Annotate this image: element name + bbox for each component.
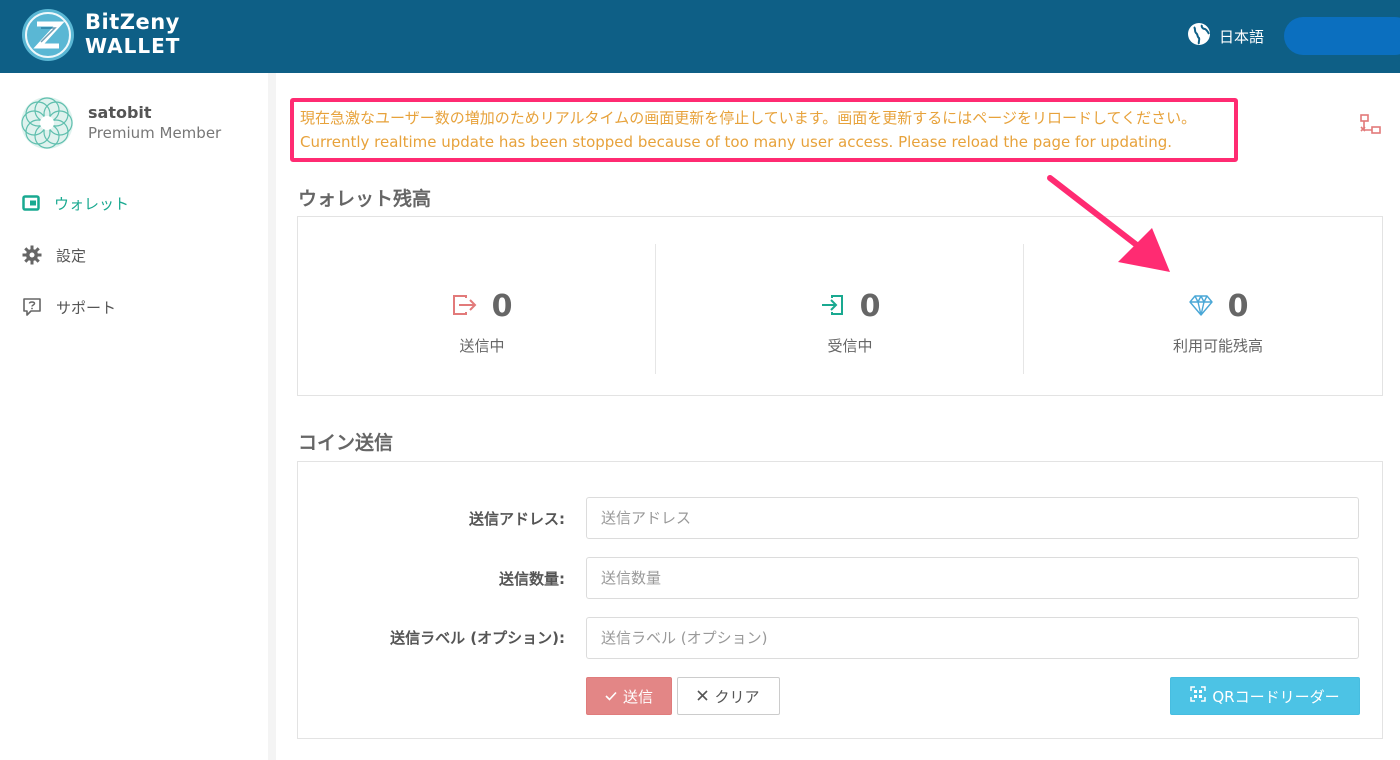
sidebar-item-label: 設定 (56, 246, 87, 265)
brand-name: BitZeny WALLET (85, 10, 180, 58)
stat-available: 0 利用可能残高 (1034, 257, 1400, 389)
qr-code-icon (1190, 686, 1207, 706)
username: satobit (88, 103, 152, 122)
stat-value: 0 (1227, 289, 1249, 324)
top-bar: BitZeny WALLET 日本語 (0, 0, 1400, 73)
brand-line-2: WALLET (85, 34, 181, 58)
language-label: 日本語 (1219, 27, 1265, 46)
stat-receiving: 0 受信中 (666, 257, 1034, 389)
account-menu-button[interactable] (1284, 17, 1400, 55)
check-icon (605, 687, 617, 705)
address-input[interactable] (586, 497, 1359, 539)
send-out-icon (452, 294, 478, 320)
address-label: 送信アドレス: (469, 510, 565, 528)
alert-text-ja: 現在急激なユーザー数の増加のためリアルタイムの画面更新を停止しています。画面を更… (300, 109, 1197, 127)
sidebar-item-wallet[interactable]: ウォレット (22, 191, 129, 215)
stat-value: 0 (859, 289, 881, 324)
clear-button-label: クリア (714, 687, 760, 706)
send-button-label: 送信 (622, 687, 653, 706)
help-icon (22, 297, 42, 317)
stat-sending: 0 送信中 (298, 257, 666, 389)
avatar (20, 96, 74, 150)
sidebar-item-label: サポート (56, 298, 117, 317)
sidebar: satobit Premium Member ウォレット 設定 サポート (0, 73, 269, 760)
qr-reader-button[interactable]: QRコードリーダー (1170, 677, 1360, 715)
maintenance-alert: 現在急激なユーザー数の増加のためリアルタイムの画面更新を停止しています。画面を更… (290, 98, 1238, 162)
send-button[interactable]: 送信 (586, 677, 672, 715)
memo-label: 送信ラベル (オプション): (390, 629, 565, 647)
sidebar-item-support[interactable]: サポート (22, 295, 116, 319)
receive-in-icon (820, 294, 846, 320)
bitzeny-logo-icon[interactable] (22, 9, 74, 61)
qr-button-label: QRコードリーダー (1212, 687, 1340, 706)
sidebar-divider (268, 73, 276, 760)
brand-line-1: BitZeny (85, 10, 180, 34)
amount-label: 送信数量: (499, 570, 565, 588)
stat-label: 送信中 (459, 337, 505, 355)
memo-input[interactable] (586, 617, 1359, 659)
language-selector[interactable]: 日本語 (1187, 22, 1264, 50)
gear-icon (22, 245, 42, 265)
sidebar-item-label: ウォレット (54, 194, 130, 213)
clear-button[interactable]: クリア (677, 677, 780, 715)
send-section-title: コイン送信 (298, 432, 394, 454)
alert-text-en: Currently realtime update has been stopp… (300, 133, 1173, 151)
wallet-icon (22, 194, 40, 212)
stat-label: 受信中 (827, 337, 873, 355)
sidebar-item-settings[interactable]: 設定 (22, 243, 86, 267)
close-icon (697, 687, 709, 705)
balance-panel: 0 送信中 0 受信中 0 利用可能残高 (297, 216, 1383, 396)
network-disconnected-icon[interactable] (1359, 113, 1383, 141)
membership-level: Premium Member (88, 124, 222, 142)
stat-value: 0 (491, 289, 513, 324)
stat-label: 利用可能残高 (1172, 337, 1263, 355)
amount-input[interactable] (586, 557, 1359, 599)
balance-section-title: ウォレット残高 (298, 188, 432, 210)
diamond-icon (1188, 294, 1214, 320)
globe-icon (1187, 22, 1211, 50)
